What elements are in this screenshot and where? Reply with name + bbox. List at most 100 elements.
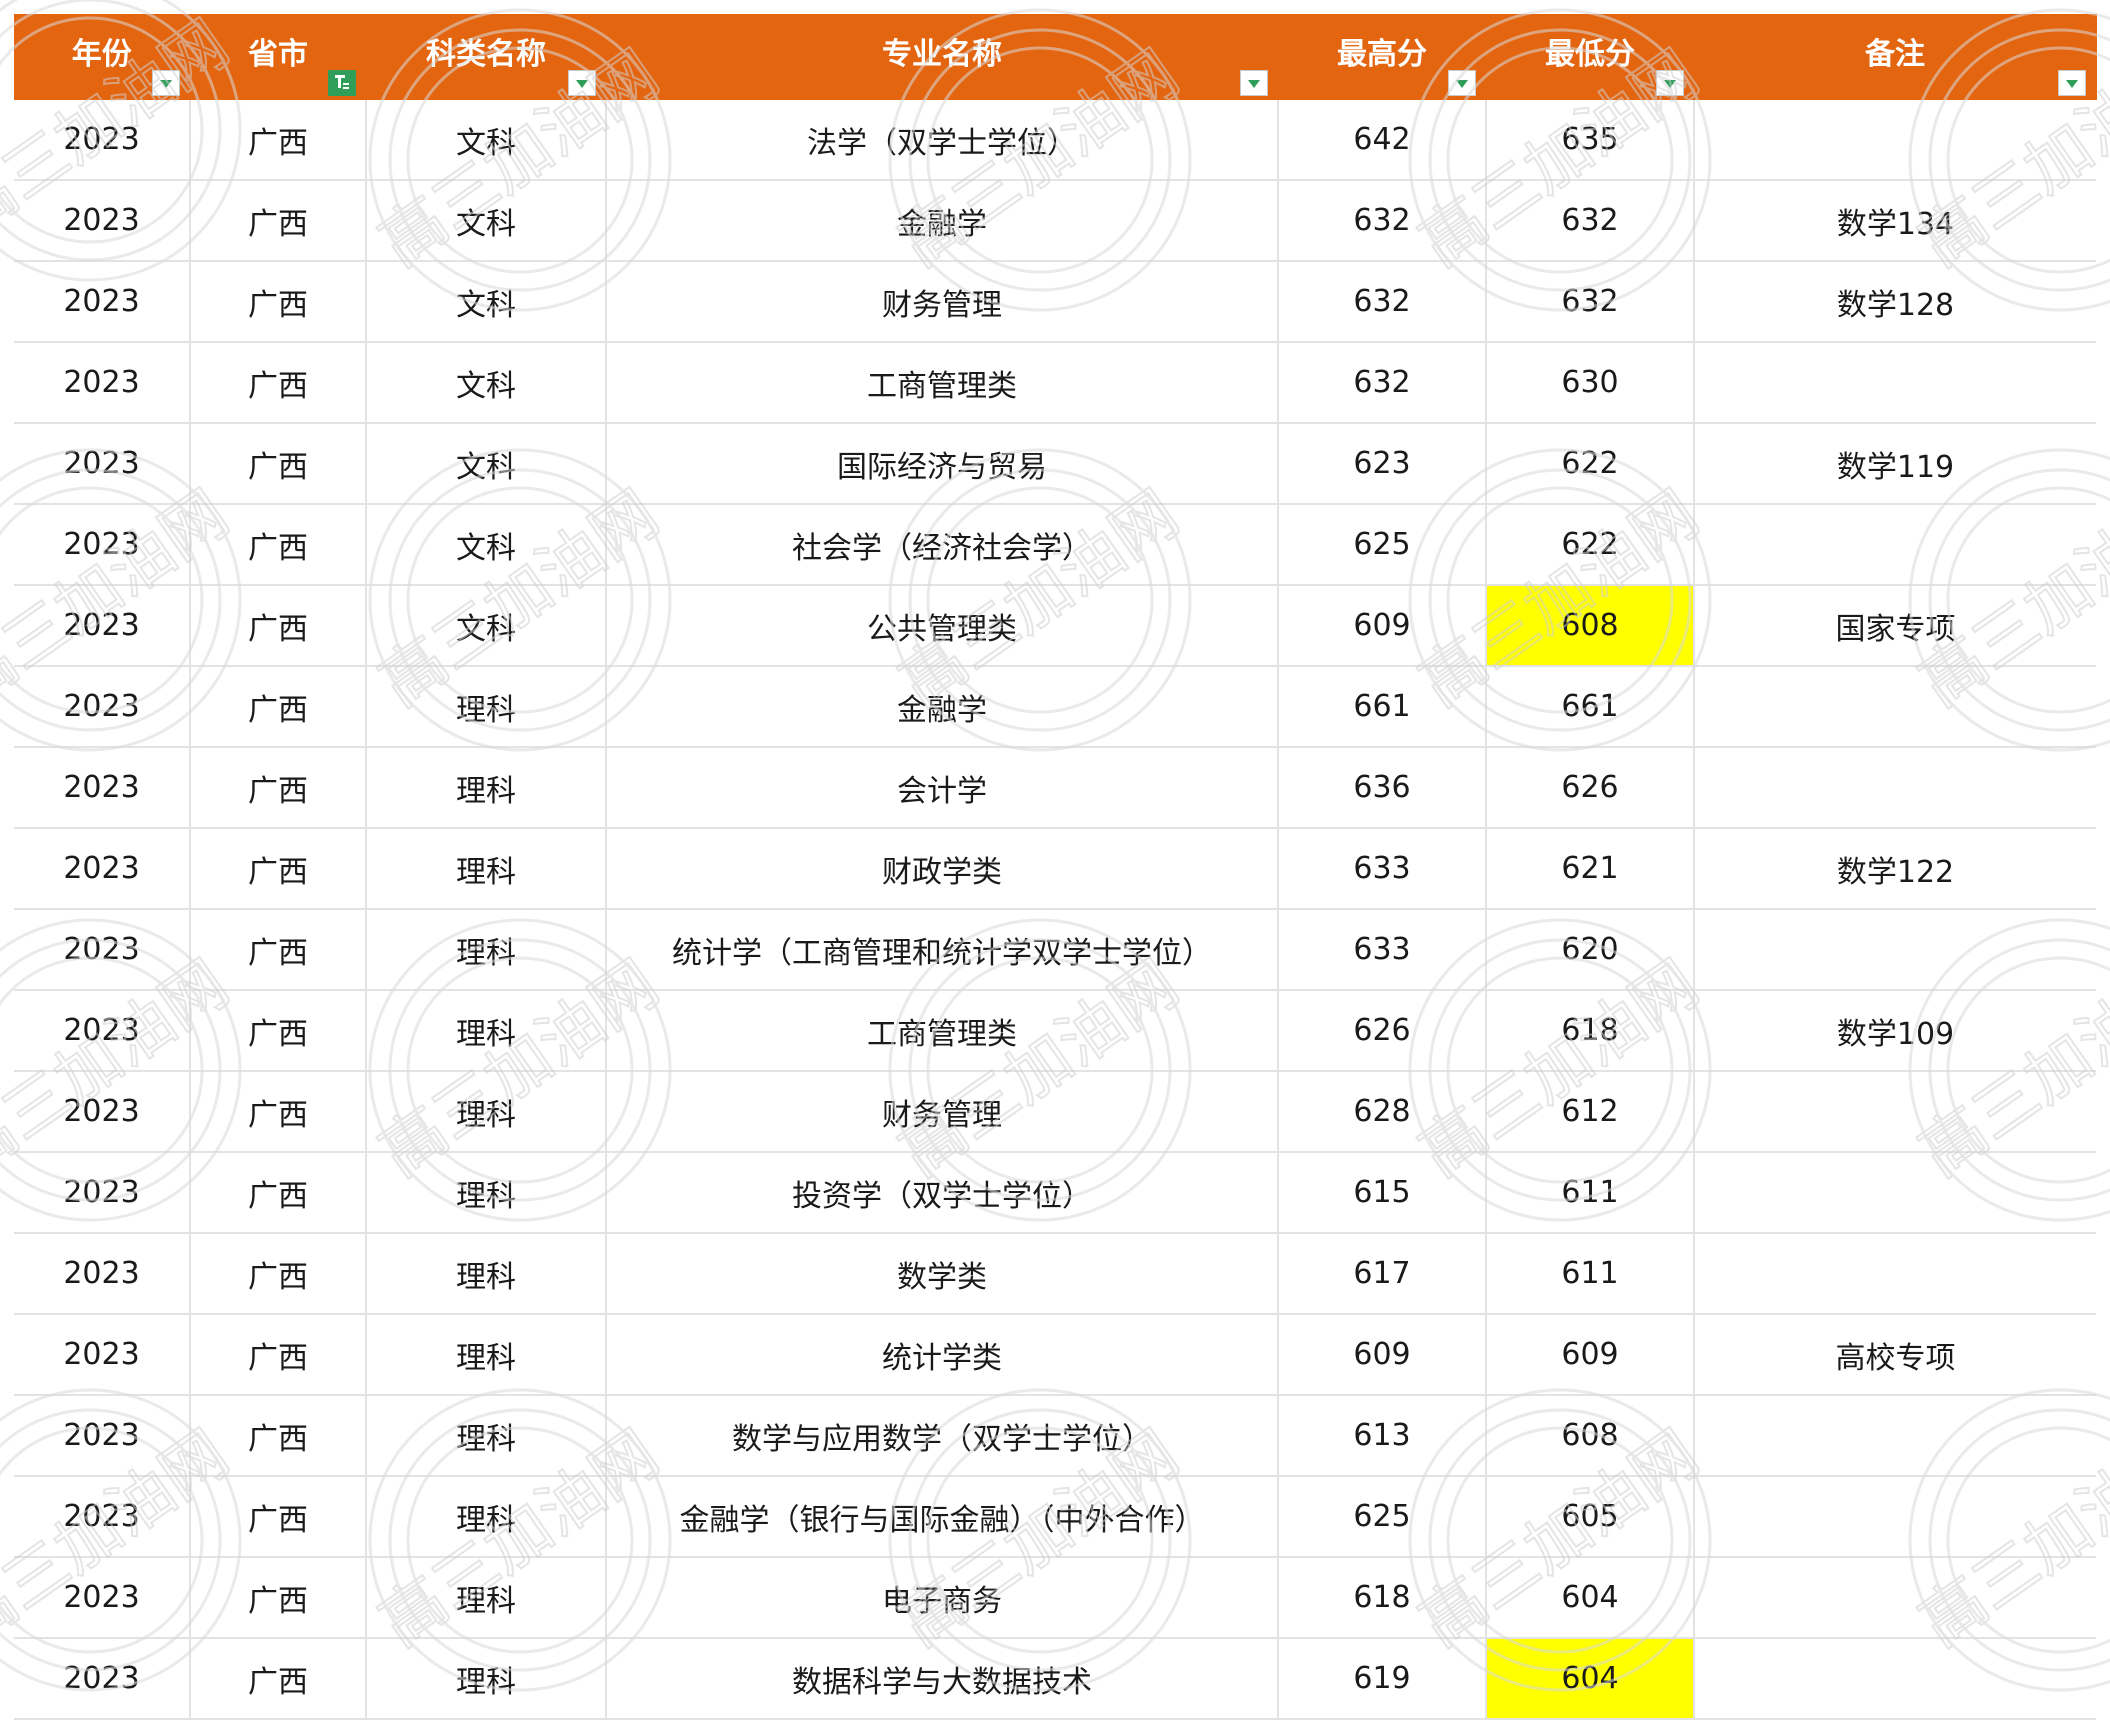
cell-major[interactable]: 统计学类 [606, 1314, 1279, 1396]
table-row[interactable]: 2023 广西 文科 社会学（经济社会学） 625 622 [14, 504, 2096, 586]
cell-year[interactable]: 2023 [14, 990, 191, 1072]
cell-major[interactable]: 工商管理类 [606, 990, 1279, 1072]
cell-max-score[interactable]: 632 [1278, 261, 1487, 343]
filter-dropdown-icon[interactable] [1447, 70, 1476, 96]
cell-major[interactable]: 公共管理类 [606, 585, 1279, 667]
cell-max-score[interactable]: 633 [1278, 828, 1487, 910]
cell-province[interactable]: 广西 [190, 1638, 367, 1720]
table-row[interactable]: 2023 广西 理科 统计学（工商管理和统计学双学士学位） 633 620 [14, 909, 2096, 991]
cell-province[interactable]: 广西 [190, 261, 367, 343]
cell-year[interactable]: 2023 [14, 828, 191, 910]
cell-category[interactable]: 文科 [366, 423, 607, 505]
cell-province[interactable]: 广西 [190, 342, 367, 424]
cell-note[interactable] [1694, 342, 2096, 424]
cell-min-score[interactable]: 605 [1486, 1476, 1695, 1558]
cell-category[interactable]: 理科 [366, 1557, 607, 1639]
cell-note[interactable] [1694, 1071, 2096, 1153]
cell-year[interactable]: 2023 [14, 1071, 191, 1153]
cell-major[interactable]: 法学（双学士学位） [606, 100, 1279, 181]
cell-major[interactable]: 财务管理 [606, 1071, 1279, 1153]
cell-min-score[interactable]: 608 [1486, 585, 1695, 667]
cell-category[interactable]: 理科 [366, 1476, 607, 1558]
cell-year[interactable]: 2023 [14, 1314, 191, 1396]
cell-min-score[interactable]: 609 [1486, 1314, 1695, 1396]
table-row[interactable]: 2023 广西 文科 金融学 632 632 数学134 [14, 180, 2096, 262]
cell-major[interactable]: 会计学 [606, 747, 1279, 829]
cell-note[interactable] [1694, 1557, 2096, 1639]
cell-major[interactable]: 财政学类 [606, 828, 1279, 910]
table-row[interactable]: 2023 广西 理科 数学类 617 611 [14, 1233, 2096, 1315]
cell-min-score[interactable]: 604 [1486, 1638, 1695, 1720]
cell-max-score[interactable]: 609 [1278, 1314, 1487, 1396]
cell-max-score[interactable]: 625 [1278, 1476, 1487, 1558]
cell-note[interactable]: 国家专项 [1694, 585, 2096, 667]
cell-min-score[interactable]: 621 [1486, 828, 1695, 910]
cell-major[interactable]: 金融学 [606, 666, 1279, 748]
cell-note[interactable] [1694, 1233, 2096, 1315]
cell-year[interactable]: 2023 [14, 261, 191, 343]
cell-category[interactable]: 理科 [366, 1638, 607, 1720]
cell-note[interactable]: 数学119 [1694, 423, 2096, 505]
cell-min-score[interactable]: 622 [1486, 423, 1695, 505]
table-row[interactable]: 2023 广西 理科 数据科学与大数据技术 619 604 [14, 1638, 2096, 1720]
cell-year[interactable]: 2023 [14, 180, 191, 262]
cell-category[interactable]: 文科 [366, 342, 607, 424]
cell-major[interactable]: 数学类 [606, 1233, 1279, 1315]
table-row[interactable]: 2023 广西 理科 财务管理 628 612 [14, 1071, 2096, 1153]
cell-note[interactable] [1694, 666, 2096, 748]
filter-dropdown-icon[interactable] [151, 70, 180, 96]
cell-min-score[interactable]: 612 [1486, 1071, 1695, 1153]
cell-major[interactable]: 电子商务 [606, 1557, 1279, 1639]
cell-year[interactable]: 2023 [14, 747, 191, 829]
cell-year[interactable]: 2023 [14, 1476, 191, 1558]
cell-province[interactable]: 广西 [190, 1152, 367, 1234]
cell-min-score[interactable]: 618 [1486, 990, 1695, 1072]
table-row[interactable]: 2023 广西 文科 法学（双学士学位） 642 635 [14, 100, 2096, 181]
filter-dropdown-icon[interactable] [1239, 70, 1268, 96]
table-row[interactable]: 2023 广西 理科 金融学 661 661 [14, 666, 2096, 748]
cell-year[interactable]: 2023 [14, 342, 191, 424]
cell-category[interactable]: 理科 [366, 1395, 607, 1477]
cell-max-score[interactable]: 661 [1278, 666, 1487, 748]
cell-max-score[interactable]: 642 [1278, 100, 1487, 181]
cell-province[interactable]: 广西 [190, 423, 367, 505]
cell-max-score[interactable]: 626 [1278, 990, 1487, 1072]
cell-year[interactable]: 2023 [14, 1152, 191, 1234]
cell-note[interactable]: 数学134 [1694, 180, 2096, 262]
cell-category[interactable]: 理科 [366, 909, 607, 991]
cell-major[interactable]: 统计学（工商管理和统计学双学士学位） [606, 909, 1279, 991]
cell-note[interactable] [1694, 1395, 2096, 1477]
cell-max-score[interactable]: 615 [1278, 1152, 1487, 1234]
cell-note[interactable]: 数学128 [1694, 261, 2096, 343]
cell-max-score[interactable]: 617 [1278, 1233, 1487, 1315]
cell-category[interactable]: 文科 [366, 585, 607, 667]
cell-major[interactable]: 数学与应用数学（双学士学位） [606, 1395, 1279, 1477]
cell-min-score[interactable]: 632 [1486, 261, 1695, 343]
table-row[interactable]: 2023 广西 文科 公共管理类 609 608 国家专项 [14, 585, 2096, 667]
cell-province[interactable]: 广西 [190, 1071, 367, 1153]
cell-year[interactable]: 2023 [14, 423, 191, 505]
table-row[interactable]: 2023 广西 理科 金融学（银行与国际金融）（中外合作） 625 605 [14, 1476, 2096, 1558]
table-row[interactable]: 2023 广西 理科 统计学类 609 609 高校专项 [14, 1314, 2096, 1396]
table-row[interactable]: 2023 广西 理科 会计学 636 626 [14, 747, 2096, 829]
cell-year[interactable]: 2023 [14, 504, 191, 586]
table-row[interactable]: 2023 广西 理科 财政学类 633 621 数学122 [14, 828, 2096, 910]
table-row[interactable]: 2023 广西 文科 工商管理类 632 630 [14, 342, 2096, 424]
cell-category[interactable]: 理科 [366, 1071, 607, 1153]
cell-category[interactable]: 理科 [366, 747, 607, 829]
cell-category[interactable]: 理科 [366, 666, 607, 748]
cell-province[interactable]: 广西 [190, 1557, 367, 1639]
cell-max-score[interactable]: 618 [1278, 1557, 1487, 1639]
cell-category[interactable]: 理科 [366, 1233, 607, 1315]
cell-province[interactable]: 广西 [190, 747, 367, 829]
cell-note[interactable]: 数学122 [1694, 828, 2096, 910]
cell-province[interactable]: 广西 [190, 504, 367, 586]
cell-major[interactable]: 工商管理类 [606, 342, 1279, 424]
cell-province[interactable]: 广西 [190, 1395, 367, 1477]
cell-major[interactable]: 财务管理 [606, 261, 1279, 343]
cell-province[interactable]: 广西 [190, 1476, 367, 1558]
cell-year[interactable]: 2023 [14, 1557, 191, 1639]
cell-category[interactable]: 文科 [366, 504, 607, 586]
cell-min-score[interactable]: 661 [1486, 666, 1695, 748]
cell-category[interactable]: 理科 [366, 990, 607, 1072]
